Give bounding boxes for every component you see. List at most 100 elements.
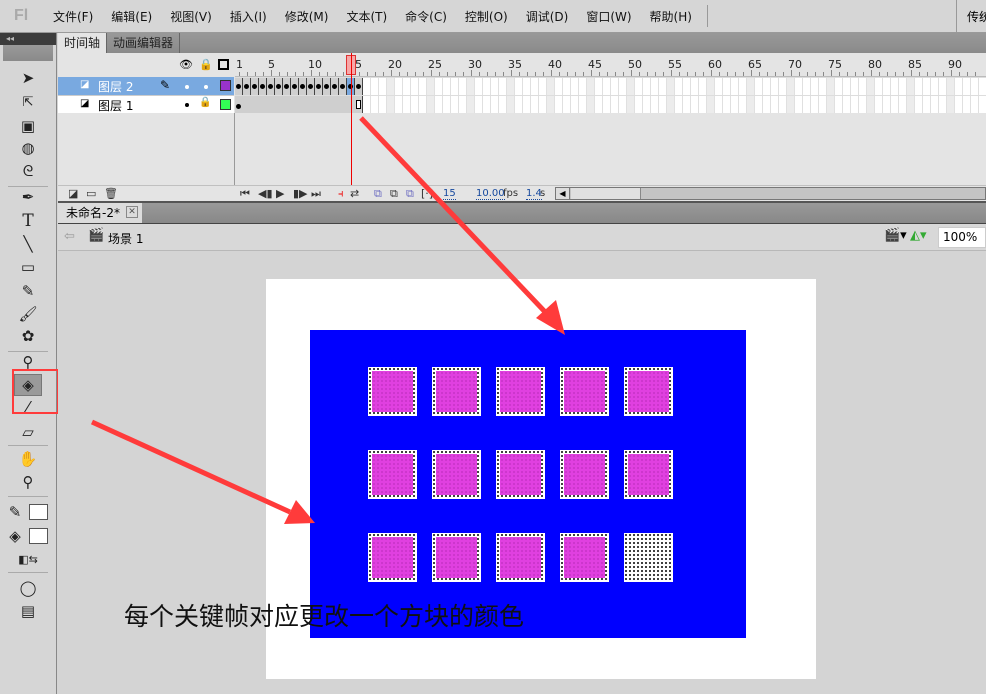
frame-cell[interactable] (563, 78, 571, 95)
frame-cell[interactable] (883, 78, 891, 95)
scroll-thumb[interactable] (571, 188, 641, 199)
frames-row-layer1[interactable] (235, 95, 986, 113)
frame-cell[interactable] (555, 78, 563, 95)
document-tab[interactable]: 未命名-2* ✕ (58, 203, 142, 223)
frame-cell[interactable] (643, 96, 651, 113)
frame-cell[interactable] (379, 78, 387, 95)
edit-scene-icon[interactable]: 🎬▾ (884, 228, 907, 243)
frame-cell[interactable] (443, 96, 451, 113)
frame-cell[interactable] (819, 78, 827, 95)
current-frame[interactable]: 15 (443, 188, 456, 200)
frame-cell[interactable] (467, 78, 475, 95)
scroll-left-icon[interactable]: ◀ (556, 188, 570, 199)
play-icon[interactable]: ▶ (276, 187, 284, 200)
frame-cell[interactable] (635, 78, 643, 95)
square[interactable] (432, 533, 481, 582)
frame-cell[interactable] (835, 78, 843, 95)
frame-cell[interactable] (603, 96, 611, 113)
square[interactable] (368, 450, 417, 499)
zoom-tool-icon[interactable]: ⚲ (14, 471, 42, 493)
lock-fill-icon[interactable]: ▤ (14, 600, 42, 622)
frame-cell[interactable] (907, 96, 915, 113)
frame-cell[interactable] (507, 78, 515, 95)
keyframe[interactable] (267, 78, 275, 95)
frame-cell[interactable] (755, 78, 763, 95)
frame-cell[interactable] (395, 96, 403, 113)
frame-cell[interactable] (635, 96, 643, 113)
keyframe[interactable] (323, 78, 331, 95)
frame-cell[interactable] (675, 96, 683, 113)
frame-cell[interactable] (843, 78, 851, 95)
frame-cell[interactable] (571, 96, 579, 113)
3d-rotation-tool-icon[interactable]: ◍ (14, 137, 42, 159)
frame-cell[interactable] (555, 96, 563, 113)
frame-cell[interactable] (659, 78, 667, 95)
stroke-color-swatch[interactable] (29, 504, 48, 520)
frame-span[interactable] (235, 96, 363, 113)
lock-icon[interactable]: 🔒 (199, 97, 211, 108)
eye-icon[interactable]: 👁 (179, 58, 193, 71)
frame-cell[interactable] (923, 96, 931, 113)
frame-cell[interactable] (475, 78, 483, 95)
frame-cell[interactable] (763, 78, 771, 95)
frame-cell[interactable] (731, 96, 739, 113)
menu-insert[interactable]: 插入(I) (221, 8, 276, 25)
frame-cell[interactable] (547, 96, 555, 113)
frame-cell[interactable] (811, 78, 819, 95)
frame-cell[interactable] (715, 78, 723, 95)
frame-cell[interactable] (579, 78, 587, 95)
frame-cell[interactable] (507, 96, 515, 113)
hand-tool-icon[interactable]: ✋ (14, 448, 42, 470)
lock-icon[interactable]: 🔒 (199, 58, 213, 71)
frame-cell[interactable] (403, 78, 411, 95)
frame-cell[interactable] (515, 78, 523, 95)
square[interactable] (432, 367, 481, 416)
frame-cell[interactable] (395, 78, 403, 95)
frame-cell[interactable] (891, 96, 899, 113)
square[interactable] (624, 450, 673, 499)
lock-dot[interactable] (204, 85, 208, 89)
keyframe[interactable] (307, 78, 315, 95)
back-arrow-icon[interactable]: ⇦ (64, 229, 75, 244)
onion-markers-icon[interactable]: [·] (421, 187, 433, 200)
frame-cell[interactable] (683, 96, 691, 113)
frame-cell[interactable] (659, 96, 667, 113)
frame-cell[interactable] (595, 96, 603, 113)
object-drawing-icon[interactable]: ◯ (14, 577, 42, 599)
frame-cell[interactable] (971, 96, 979, 113)
frame-cell[interactable] (723, 96, 731, 113)
menu-view[interactable]: 视图(V) (161, 8, 221, 25)
onion-skin-icon[interactable]: ⧉ (374, 187, 382, 201)
frame-cell[interactable] (851, 78, 859, 95)
center-frame-icon[interactable]: ⫞ (338, 187, 344, 201)
frame-cell[interactable] (859, 96, 867, 113)
frame-cell[interactable] (491, 78, 499, 95)
menu-help[interactable]: 帮助(H) (641, 8, 701, 25)
new-layer-icon[interactable]: ◪ (68, 187, 78, 200)
frame-cell[interactable] (531, 78, 539, 95)
workspace-switcher[interactable]: 传统 (956, 0, 986, 33)
frame-cell[interactable] (891, 78, 899, 95)
next-frame-icon[interactable]: ▮▶ (293, 187, 308, 200)
frame-cell[interactable] (667, 96, 675, 113)
frame-cell[interactable] (827, 96, 835, 113)
frame-cell[interactable] (923, 78, 931, 95)
frame-cell[interactable] (675, 78, 683, 95)
frame-cell[interactable] (387, 96, 395, 113)
frame-cell[interactable] (435, 78, 443, 95)
frame-cell[interactable] (499, 96, 507, 113)
frame-cell[interactable] (619, 96, 627, 113)
keyframe[interactable] (339, 78, 347, 95)
frame-cell[interactable] (539, 96, 547, 113)
prev-frame-icon[interactable]: ◀▮ (258, 187, 273, 200)
frame-cell[interactable] (467, 96, 475, 113)
square[interactable] (624, 367, 673, 416)
frame-cell[interactable] (643, 78, 651, 95)
eraser-tool-icon[interactable]: ▱ (14, 421, 42, 443)
frame-cell[interactable] (475, 96, 483, 113)
frames-row-layer2[interactable] (235, 77, 986, 95)
square[interactable] (432, 450, 481, 499)
frame-cell[interactable] (411, 78, 419, 95)
frame-cell[interactable] (387, 78, 395, 95)
frame-cell[interactable] (811, 96, 819, 113)
